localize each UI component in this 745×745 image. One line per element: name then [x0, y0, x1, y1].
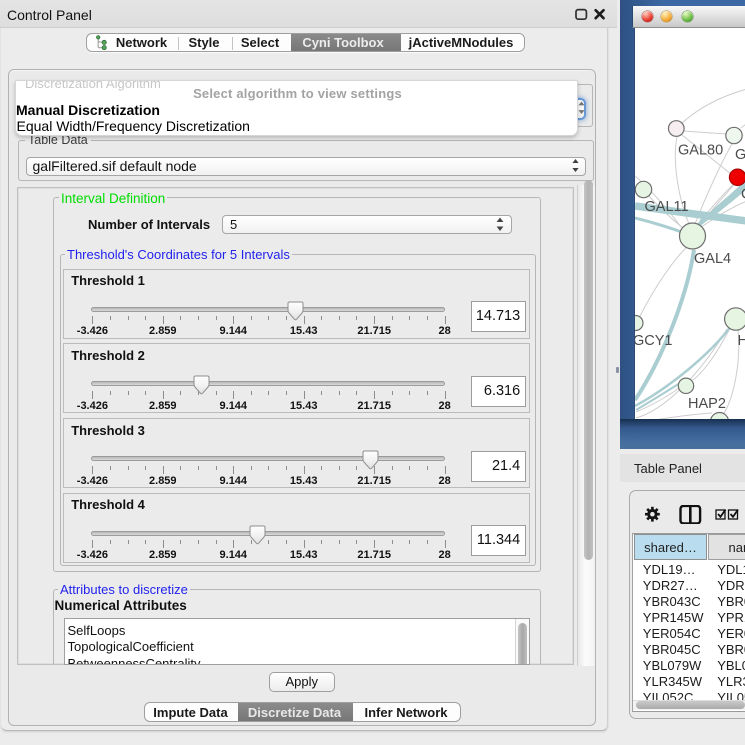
svg-text:GAL4: GAL4	[694, 251, 731, 267]
svg-text:GCY1: GCY1	[635, 333, 673, 349]
svg-text:HAP2: HAP2	[688, 396, 726, 412]
svg-text:GAL80: GAL80	[678, 142, 723, 158]
svg-text:C: C	[741, 186, 745, 202]
svg-text:GAL11: GAL11	[644, 199, 688, 215]
svg-text:H: H	[737, 333, 745, 349]
svg-text:GA: GA	[735, 147, 745, 163]
